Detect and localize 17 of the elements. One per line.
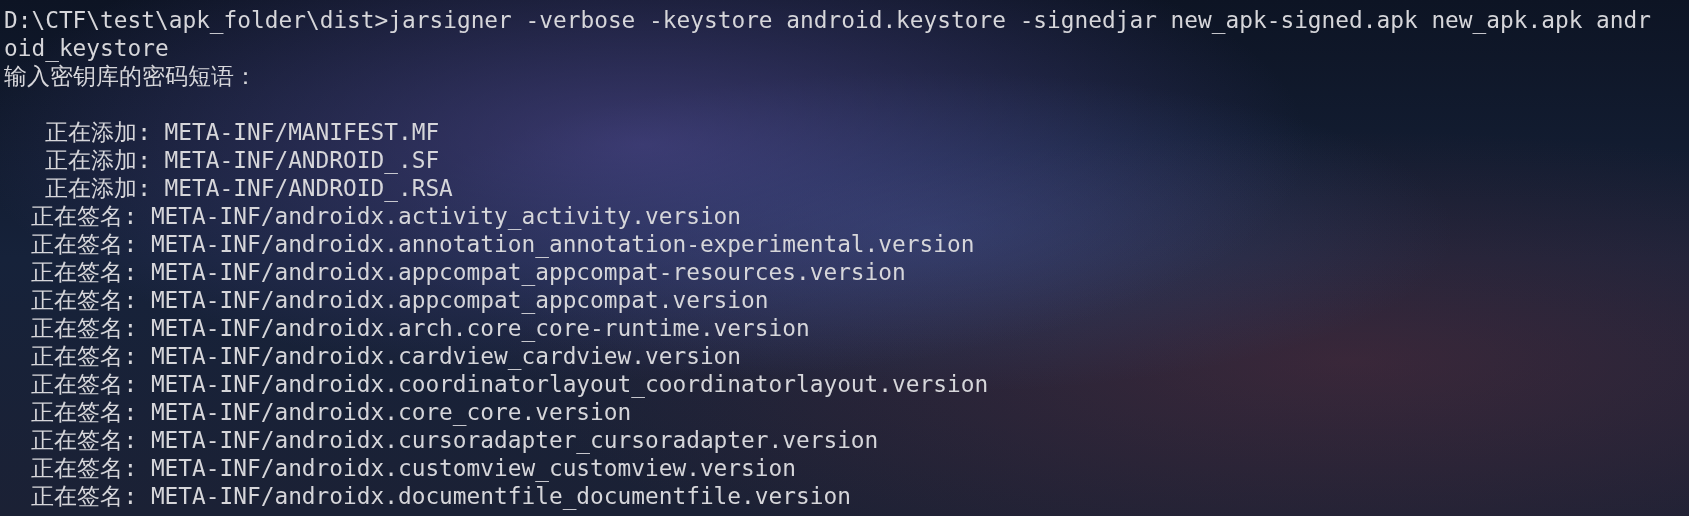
output-line: 正在签名: META-INF/androidx.coordinatorlayout_coordinatorlayout.version [31,370,989,398]
output-line: 正在签名: META-INF/androidx.core_core.version [31,398,632,426]
output-line: 正在签名: META-INF/androidx.customview_customview.version [31,454,796,482]
command-line: D:\CTF\test\apk_folder\dist>jarsigner -verbose -keystore android.keystore -signedjar new_apk-signed.apk new_apk.apk andr [4,6,1651,34]
output-line: 正在签名: META-INF/androidx.activity_activity.version [31,202,742,230]
output-line: 正在签名: META-INF/androidx.appcompat_appcompat-resources.version [31,258,906,286]
password-prompt: 输入密钥库的密码短语： [4,62,257,90]
output-line: 正在签名: META-INF/androidx.cursoradapter_cursoradapter.version [31,426,879,454]
output-line: 正在签名: META-INF/androidx.cardview_cardview.version [31,342,742,370]
output-line: 正在签名: META-INF/androidx.documentfile_documentfile.version [31,482,851,510]
output-line: 正在添加: META-INF/ANDROID_.SF [45,146,440,174]
output-line: 正在添加: META-INF/MANIFEST.MF [45,118,440,146]
command-line: oid_keystore [4,34,169,62]
output-line: 正在签名: META-INF/androidx.appcompat_appcompat.version [31,286,769,314]
output-line: 正在添加: META-INF/ANDROID_.RSA [45,174,453,202]
output-line: 正在签名: META-INF/androidx.arch.core_core-runtime.version [31,314,810,342]
output-line: 正在签名: META-INF/androidx.annotation_annotation-experimental.version [31,230,975,258]
